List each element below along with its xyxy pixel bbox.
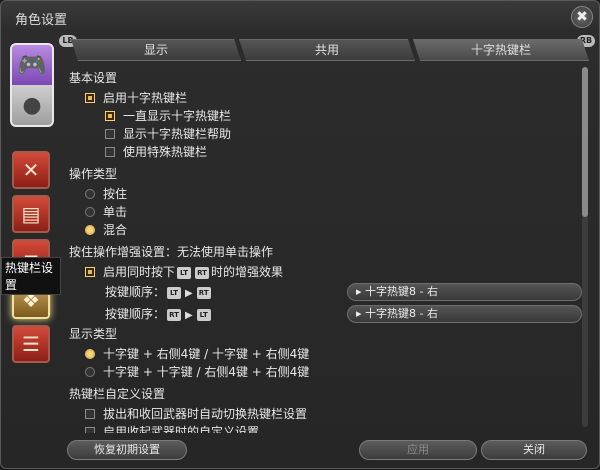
- tab-cross-hotbar[interactable]: 十字热键栏: [413, 39, 589, 61]
- chat-settings-icon[interactable]: ☰: [12, 325, 50, 363]
- enable-cross-hotbar-checkbox[interactable]: [85, 92, 95, 103]
- rt-key-icon: RT: [195, 266, 210, 279]
- weapon-switch-label: 拔出和收回武器时自动切换热键栏设置: [103, 407, 308, 421]
- apply-button[interactable]: 应用: [359, 440, 477, 460]
- battle-settings-icon[interactable]: ✕: [12, 151, 50, 189]
- scrollbar-thumb[interactable]: [582, 67, 588, 217]
- display-type-option-2[interactable]: 十字键 + 十字键 / 右侧4键 + 右侧4键: [85, 363, 309, 381]
- show-help-checkbox[interactable]: [105, 128, 115, 139]
- arrow-right-icon: ▶: [185, 310, 193, 321]
- weapon-switch-option[interactable]: 拔出和收回武器时自动切换热键栏设置: [85, 405, 307, 423]
- close-button[interactable]: 关闭: [481, 440, 587, 460]
- always-show-checkbox[interactable]: [105, 110, 115, 121]
- operation-hold-option[interactable]: 按住: [85, 185, 127, 203]
- settings-tabs: 显示 共用 十字热键栏: [63, 39, 589, 61]
- mouse-icon[interactable]: ●: [12, 85, 52, 125]
- display-type-label-1: 十字键 + 右侧4键 / 十字键 + 右侧4键: [103, 347, 310, 361]
- tab-common[interactable]: 共用: [239, 39, 415, 61]
- input-mode-panel: 🎮 ●: [10, 43, 54, 127]
- close-window-icon[interactable]: ✖: [571, 6, 593, 28]
- section-display-type: 显示类型: [69, 327, 118, 341]
- enable-cross-hotbar-option[interactable]: 启用十字热键栏: [85, 89, 187, 107]
- settings-content: 基本设置 启用十字热键栏 一直显示十字热键栏 显示十字热键栏帮助 使用特殊热键栏…: [63, 63, 587, 433]
- key-order-dropdown-1[interactable]: ▸ 十字热键8 - 右: [347, 283, 582, 301]
- operation-mixed-radio[interactable]: [85, 224, 95, 235]
- operation-hold-label: 按住: [103, 187, 128, 201]
- weapon-switch-checkbox[interactable]: [85, 408, 95, 419]
- always-show-label: 一直显示十字热键栏: [123, 109, 232, 123]
- dropdown-arrow-icon: ▸: [356, 285, 366, 298]
- operation-click-option[interactable]: 单击: [85, 203, 127, 221]
- dropdown-arrow-icon: ▸: [356, 307, 366, 320]
- window-title: 角色设置: [15, 13, 68, 28]
- section-hold-enhance: 按住操作增强设置：无法使用单击操作: [69, 245, 274, 259]
- use-special-option[interactable]: 使用特殊热键栏: [105, 143, 207, 161]
- enable-simultaneous-option[interactable]: 启用同时按下 LT RT 时的增强效果: [85, 263, 283, 281]
- lt-key-icon: LT: [177, 266, 192, 279]
- section-custom: 热键栏自定义设置: [69, 387, 166, 401]
- operation-hold-radio[interactable]: [85, 188, 95, 199]
- use-special-checkbox[interactable]: [105, 146, 115, 157]
- key-order-label-1: 按键顺序：: [105, 285, 166, 299]
- key-order-dropdown-2-value: 十字热键8 - 右: [365, 307, 438, 320]
- footer: 恢复初期设置 应用 关闭: [1, 433, 600, 470]
- always-show-option[interactable]: 一直显示十字热键栏: [105, 107, 231, 125]
- enable-simultaneous-prefix: 启用同时按下: [103, 265, 176, 279]
- category-sidebar: 🎮 ● ✕ ▤ ═ ❖ ☰ 热键栏设置: [1, 33, 61, 470]
- show-help-label: 显示十字热键栏帮助: [123, 127, 232, 141]
- show-help-option[interactable]: 显示十字热键栏帮助: [105, 125, 231, 143]
- lt-key-icon: LT: [167, 286, 182, 299]
- gamepad-icon[interactable]: 🎮: [12, 45, 52, 85]
- enable-simultaneous-suffix: 时的增强效果: [211, 265, 284, 279]
- rt-key-icon: RT: [196, 286, 211, 299]
- ui-settings-icon[interactable]: ▤: [12, 195, 50, 233]
- display-type-radio-1[interactable]: [85, 348, 95, 359]
- display-type-radio-2[interactable]: [85, 366, 95, 377]
- operation-mixed-label: 混合: [103, 223, 128, 237]
- use-special-label: 使用特殊热键栏: [123, 145, 208, 159]
- display-type-option-1[interactable]: 十字键 + 右侧4键 / 十字键 + 右侧4键: [85, 345, 309, 363]
- tab-display[interactable]: 显示: [71, 39, 241, 61]
- lt-key-icon: LT: [196, 308, 211, 321]
- sidebar-tooltip: 热键栏设置: [1, 257, 61, 295]
- title-bar: 角色设置 ✖: [1, 1, 600, 33]
- character-settings-window: 角色设置 ✖ 🎮 ● ✕ ▤ ═ ❖ ☰ 热键栏设置 LB RB 显示 共用 十…: [0, 0, 600, 469]
- section-operation: 操作类型: [69, 167, 118, 181]
- key-order-dropdown-2[interactable]: ▸ 十字热键8 - 右: [347, 305, 582, 323]
- display-type-label-2: 十字键 + 十字键 / 右侧4键 + 右侧4键: [103, 365, 310, 379]
- key-order-dropdown-1-value: 十字热键8 - 右: [365, 285, 438, 298]
- enable-simultaneous-checkbox[interactable]: [85, 266, 95, 277]
- rt-key-icon: RT: [167, 308, 182, 321]
- sheathed-custom-label: 启用收起武器时的自定义设置: [103, 425, 260, 433]
- sheathed-custom-option[interactable]: 启用收起武器时的自定义设置: [85, 423, 259, 433]
- operation-click-label: 单击: [103, 205, 128, 219]
- operation-click-radio[interactable]: [85, 206, 95, 217]
- section-basic: 基本设置: [69, 71, 118, 85]
- operation-mixed-option[interactable]: 混合: [85, 221, 127, 239]
- key-order-row-1: 按键顺序： LT ▶ RT: [105, 283, 213, 301]
- enable-cross-hotbar-label: 启用十字热键栏: [103, 91, 188, 105]
- key-order-row-2: 按键顺序： RT ▶ LT: [105, 305, 213, 323]
- arrow-right-icon: ▶: [185, 288, 193, 299]
- key-order-label-2: 按键顺序：: [105, 307, 166, 321]
- content-scrollbar[interactable]: [582, 67, 588, 427]
- reset-defaults-button[interactable]: 恢复初期设置: [67, 440, 187, 460]
